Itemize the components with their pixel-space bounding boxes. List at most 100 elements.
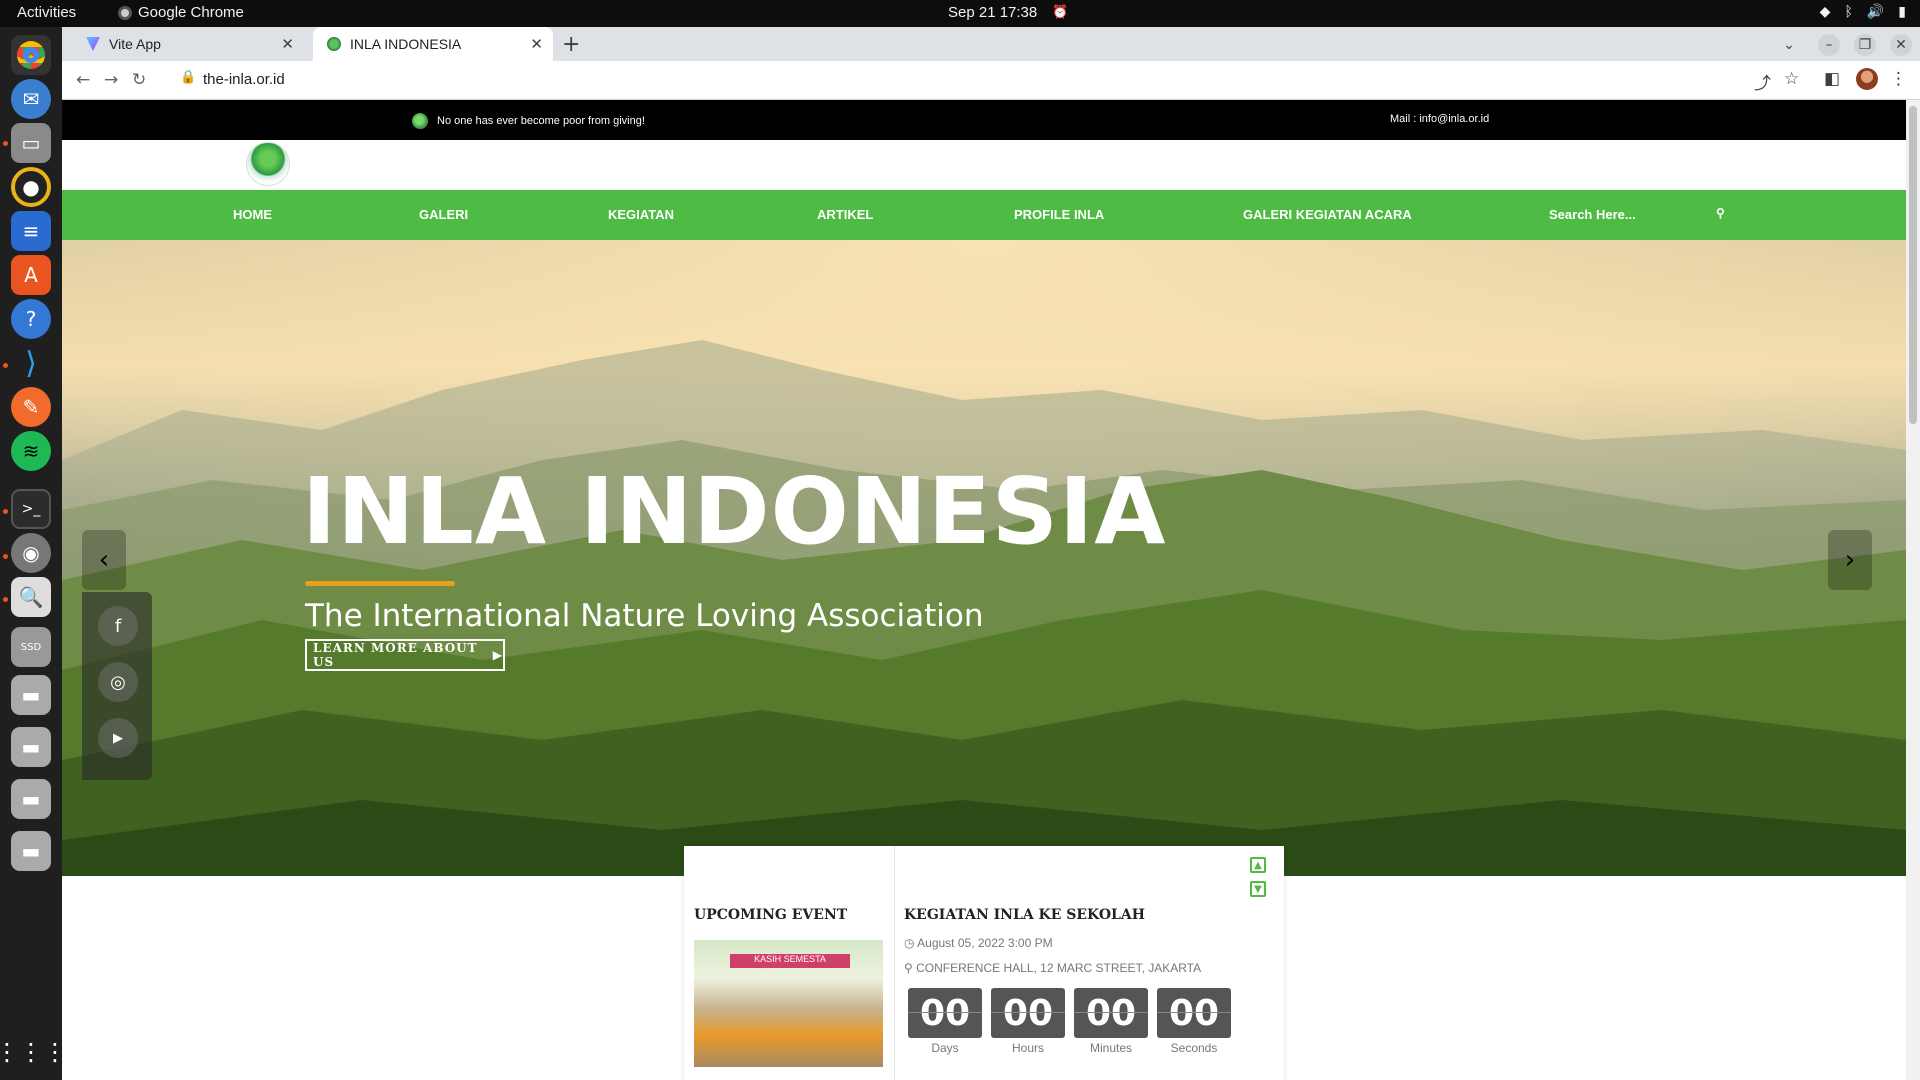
disk-usage-dock-icon[interactable]: ◉	[11, 533, 51, 573]
volume-icon: 🔊	[1866, 3, 1885, 19]
drive-icon[interactable]: ▬	[11, 727, 51, 767]
running-indicator	[3, 363, 8, 368]
terminal-dock-icon[interactable]: >_	[11, 489, 51, 529]
tab-vite-app[interactable]: Vite App ✕	[74, 27, 304, 61]
drive-icon[interactable]: ▬	[11, 675, 51, 715]
menu-dots-icon[interactable]: ⋮	[1890, 69, 1907, 89]
hero-title: INLA INDONESIA	[302, 458, 1167, 565]
event-title[interactable]: KEGIATAN INLA KE SEKOLAH	[904, 907, 1145, 923]
event-thumbnail[interactable]: KASIH SEMESTA	[694, 940, 883, 1067]
tab-title: INLA INDONESIA	[350, 36, 462, 52]
image-viewer-dock-icon[interactable]: 🔍	[11, 577, 51, 617]
running-indicator	[3, 509, 8, 514]
back-button[interactable]: ←	[76, 70, 90, 90]
software-dock-icon[interactable]: A	[11, 255, 51, 295]
youtube-icon[interactable]: ▶	[98, 718, 138, 758]
countdown-label: Seconds	[1170, 1041, 1218, 1055]
social-links: f ◎ ▶	[82, 592, 152, 780]
slider-next-button[interactable]: ›	[1828, 530, 1872, 590]
files-dock-icon[interactable]: ▭	[11, 123, 51, 163]
close-window-button[interactable]: ✕	[1890, 34, 1912, 56]
app-dock: ✉ ▭ ● ≡ A ? ⟩ ✎ ≋ >_ ◉ 🔍 SSD ▬ ▬ ▬ ▬ ⋮⋮⋮	[0, 27, 67, 1080]
countdown-label: Hours	[1011, 1041, 1044, 1055]
search-input[interactable]: Search Here...	[1549, 207, 1636, 222]
nav-galeri-kegiatan-acara[interactable]: GALERI KEGIATAN ACARA	[1243, 207, 1412, 222]
location-pin-icon: ⚲	[904, 961, 913, 975]
vscode-dock-icon[interactable]: ⟩	[11, 343, 51, 383]
tab-inla-indonesia[interactable]: INLA INDONESIA ✕	[313, 27, 553, 61]
countdown-value: 00	[908, 988, 982, 1038]
forward-button[interactable]: →	[104, 70, 118, 90]
rhythmbox-dock-icon[interactable]: ●	[11, 167, 51, 207]
scrollbar-thumb[interactable]	[1909, 106, 1917, 424]
page-scrollbar[interactable]	[1906, 100, 1920, 1080]
learn-more-label: LEARN MORE ABOUT US	[313, 641, 478, 669]
wifi-icon: ◆	[1819, 3, 1831, 19]
show-apps-icon[interactable]: ⋮⋮⋮	[0, 1032, 67, 1072]
profile-avatar[interactable]	[1856, 68, 1878, 90]
writer-dock-icon[interactable]: ≡	[11, 211, 51, 251]
bluetooth-icon: ᛒ	[1844, 3, 1853, 19]
caret-down-icon: ▼	[1254, 883, 1262, 895]
new-tab-button[interactable]: +	[562, 32, 580, 57]
activities-button[interactable]: Activities	[17, 4, 76, 21]
caret-up-icon: ▲	[1254, 859, 1262, 871]
help-dock-icon[interactable]: ?	[11, 299, 51, 339]
countdown-seconds: 00 Seconds	[1157, 988, 1231, 1055]
close-tab-icon[interactable]: ✕	[530, 35, 543, 53]
nav-artikel[interactable]: ARTIKEL	[817, 207, 873, 222]
hero-accent-line	[305, 581, 455, 586]
mail-contact[interactable]: Mail : info@inla.or.id	[1390, 113, 1489, 125]
learn-more-button[interactable]: LEARN MORE ABOUT US ▶	[305, 639, 505, 671]
alarm-icon: ⏰	[1052, 4, 1069, 19]
address-bar[interactable]: the-inla.or.id	[203, 71, 285, 88]
top-info-bar: No one has ever become poor from giving!…	[62, 100, 1906, 140]
battery-icon: ▮	[1898, 3, 1906, 19]
tab-search-icon[interactable]: ⌄	[1778, 34, 1800, 56]
thunderbird-dock-icon[interactable]: ✉	[11, 79, 51, 119]
nav-home[interactable]: HOME	[233, 207, 272, 222]
facebook-icon[interactable]: f	[98, 606, 138, 646]
chrome-dock-icon[interactable]	[11, 35, 51, 75]
scroll-up-button[interactable]: ▲	[1250, 857, 1266, 873]
running-indicator	[3, 597, 8, 602]
share-icon[interactable]: ⤴	[1754, 69, 1771, 94]
site-logo[interactable]	[246, 142, 290, 186]
system-tray[interactable]: ◆ ᛒ 🔊 ▮	[1820, 3, 1906, 20]
bookmark-star-icon[interactable]: ☆	[1784, 69, 1799, 89]
side-panel-icon[interactable]: ◧	[1824, 69, 1840, 89]
active-app-label: Google Chrome	[138, 4, 244, 21]
reload-button[interactable]: ↻	[132, 70, 146, 90]
vite-favicon-icon	[86, 37, 100, 51]
ssd-drive-icon[interactable]: SSD	[11, 627, 51, 667]
scroll-down-button[interactable]: ▼	[1250, 881, 1266, 897]
event-location: ⚲ CONFERENCE HALL, 12 MARC STREET, JAKAR…	[904, 961, 1201, 975]
upcoming-event-heading: UPCOMING EVENT	[694, 907, 848, 923]
main-navigation: HOME GALERI KEGIATAN ARTIKEL PROFILE INL…	[62, 190, 1906, 240]
close-tab-icon[interactable]: ✕	[281, 35, 294, 53]
instagram-icon[interactable]: ◎	[98, 662, 138, 702]
nav-kegiatan[interactable]: KEGIATAN	[608, 207, 674, 222]
web-page: No one has ever become poor from giving!…	[62, 100, 1906, 1080]
chrome-icon	[118, 5, 132, 20]
search-icon[interactable]: ⚲	[1716, 206, 1725, 220]
spotify-dock-icon[interactable]: ≋	[11, 431, 51, 471]
clock-icon: ◷	[904, 936, 915, 950]
upcoming-event-card: UPCOMING EVENT KASIH SEMESTA ▲ ▼ KEGIATA…	[684, 846, 1284, 1080]
nav-galeri[interactable]: GALERI	[419, 207, 468, 222]
active-app-menu[interactable]: Google Chrome	[118, 4, 244, 21]
slider-prev-button[interactable]: ‹	[82, 530, 126, 590]
globe-icon	[412, 113, 428, 129]
minimize-button[interactable]: –	[1818, 34, 1840, 56]
running-indicator	[3, 554, 8, 559]
hero-slider: INLA INDONESIA The International Nature …	[62, 240, 1906, 876]
maximize-button[interactable]: ❐	[1854, 34, 1876, 56]
running-indicator	[3, 141, 8, 146]
postman-dock-icon[interactable]: ✎	[11, 387, 51, 427]
nav-profile-inla[interactable]: PROFILE INLA	[1014, 207, 1104, 222]
drive-icon[interactable]: ▬	[11, 831, 51, 871]
browser-chrome: Vite App ✕ INLA INDONESIA ✕ + ⌄ – ❐ ✕ ← …	[62, 27, 1920, 100]
lock-icon[interactable]: 🔒	[180, 70, 196, 85]
drive-icon[interactable]: ▬	[11, 779, 51, 819]
clock[interactable]: Sep 21 17:38	[948, 4, 1037, 21]
